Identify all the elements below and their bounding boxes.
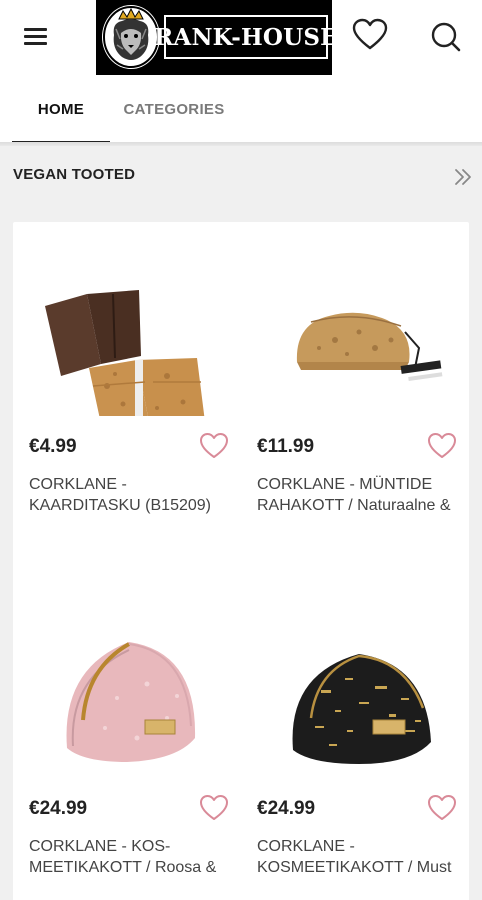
product-price: €24.99 [257,798,316,819]
heart-outline-icon[interactable] [199,794,229,822]
hamburger-menu-icon[interactable] [22,24,50,48]
heart-outline-icon[interactable] [199,432,229,460]
product-card[interactable]: €24.99 CORKLANE - KOSMEETIKAKOTT / Must [241,584,469,900]
product-price: €4.99 [29,436,77,457]
lion-crest-icon [102,5,160,69]
tab-categories-label: CATEGORIES [123,100,225,118]
logo-text: RANK-HOUSE [154,23,338,51]
product-name: CORKLANE - KOSMEETIKAKOTT / Must [257,838,452,876]
heart-outline-icon[interactable] [427,794,457,822]
product-card[interactable]: €11.99 CORKLANE - MÜNTIDE RAHAKOTT / Nat… [241,222,469,582]
product-price: €24.99 [29,798,88,819]
product-image-coin-purse [255,236,455,416]
product-name: CORKLANE - KAARDITASKU (B15209) [29,476,211,514]
section-title: VEGAN TOOTED [13,166,136,183]
double-chevron-right-icon[interactable] [450,164,476,190]
app-header: RANK-HOUSE [0,0,482,76]
tab-home-label: HOME [37,100,85,118]
heart-icon[interactable] [352,18,388,52]
product-card[interactable]: €4.99 CORKLANE - KAARDITASKU (B15209) [13,222,241,582]
tab-home[interactable]: HOME [12,76,110,143]
product-image-pink-cosmetic-bag [27,598,227,778]
product-name: CORKLANE - KOS-MEETIKAKOTT / Roosa & [29,838,217,876]
tab-bar: HOME CATEGORIES [0,76,482,143]
product-image-black-cosmetic-bag [255,598,455,778]
logo-wordmark: RANK-HOUSE [154,15,338,59]
brand-logo[interactable]: RANK-HOUSE [96,0,338,75]
tab-categories[interactable]: CATEGORIES [114,76,234,142]
heart-outline-icon[interactable] [427,432,457,460]
product-card[interactable]: €24.99 CORKLANE - KOS-MEETIKAKOTT / Roos… [13,584,241,900]
product-price: €11.99 [257,436,315,457]
product-image-card-wallet [27,236,227,416]
product-name: CORKLANE - MÜNTIDE RAHAKOTT / Naturaalne… [257,476,451,514]
home-content[interactable]: VEGAN TOOTED €4.99 CORKLANE - KAARDITASK… [0,146,482,900]
search-icon[interactable] [428,20,464,54]
product-grid: €4.99 CORKLANE - KAARDITASKU (B15209) €1… [13,222,469,900]
